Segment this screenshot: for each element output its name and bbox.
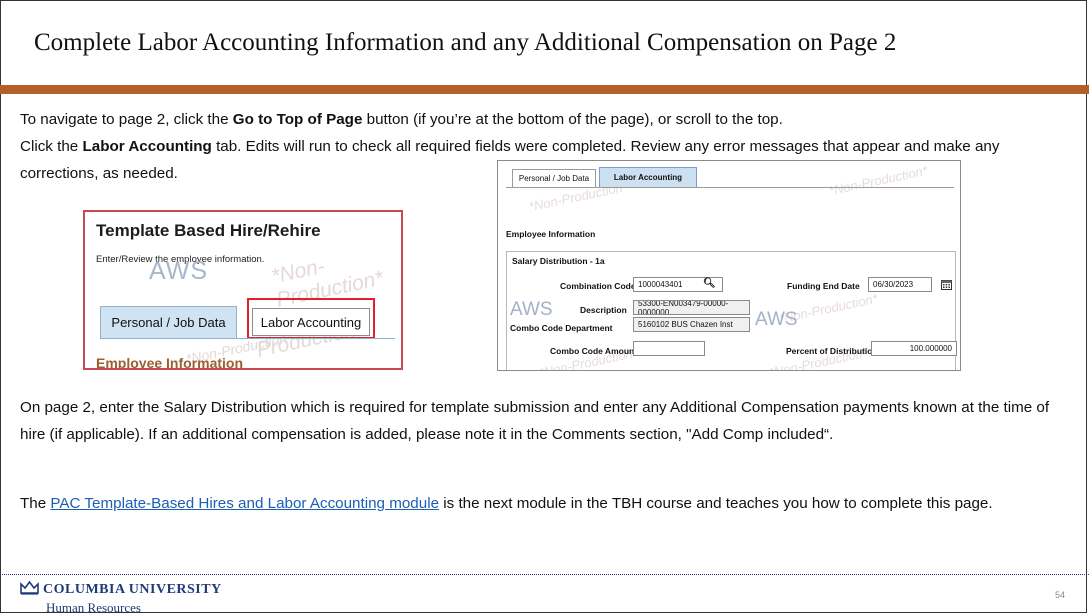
paragraph-next-module: The PAC Template-Based Hires and Labor A… — [20, 495, 993, 512]
calendar-icon[interactable] — [941, 277, 952, 290]
tab-labor-accounting[interactable]: Labor Accounting — [252, 308, 370, 336]
combination-code-label: Combination Code — [560, 281, 636, 291]
tab-personal-job-data[interactable]: Personal / Job Data — [100, 306, 237, 338]
pac-module-link[interactable]: PAC Template-Based Hires and Labor Accou… — [50, 495, 439, 512]
combo-code-amount-label: Combo Code Amount — [550, 346, 638, 356]
labor-accounting-label: Labor Accounting — [82, 138, 212, 155]
tab-personal-job-data[interactable]: Personal / Job Data — [512, 169, 596, 187]
combo-code-amount-input[interactable] — [633, 341, 705, 356]
employee-information-heading: Employee Information — [96, 355, 244, 370]
tab-labor-accounting[interactable]: Labor Accounting — [599, 167, 697, 187]
funding-end-date-input[interactable]: 06/30/2023 — [868, 277, 932, 292]
paragraph-salary-distribution: On page 2, enter the Salary Distribution… — [20, 399, 1050, 443]
template-hire-title: Template Based Hire/Rehire — [96, 221, 321, 240]
percent-of-distribution-input[interactable]: 100.000000 — [871, 341, 957, 356]
funding-end-date-label: Funding End Date — [787, 281, 860, 291]
combo-code-department-field: 5160102 BUS Chazen Inst — [633, 317, 750, 332]
percent-of-distribution-label: Percent of Distribution — [786, 346, 878, 356]
tab-divider — [100, 338, 395, 339]
aws-watermark: AWS — [149, 257, 209, 285]
employee-information-heading: Employee Information — [506, 229, 596, 239]
non-production-watermark: *Non-Production* — [827, 162, 929, 199]
columbia-logo: COLUMBIA UNIVERSITY — [20, 581, 222, 598]
labor-accounting-screenshot: *Non-Production* *Non-Production* *Non-P… — [497, 160, 961, 371]
page-number: 54 — [1055, 590, 1066, 600]
aws-watermark: AWS — [755, 309, 798, 330]
description-label: Description — [580, 305, 627, 315]
description-field: 53300-EN003479-00000-0000000 — [633, 300, 750, 315]
tab-divider — [506, 187, 954, 188]
columbia-university-text: COLUMBIA UNIVERSITY — [43, 582, 222, 597]
aws-watermark: AWS — [510, 299, 553, 320]
footer-divider — [0, 574, 1089, 575]
slide-title: Complete Labor Accounting Information an… — [34, 29, 897, 56]
template-hire-screenshot: Template Based Hire/Rehire Enter/Review … — [83, 210, 403, 370]
salary-distribution-title: Salary Distribution - 1a — [512, 256, 605, 266]
human-resources-text: Human Resources — [46, 600, 141, 615]
crown-icon — [20, 581, 39, 595]
title-accent-bar — [0, 85, 1089, 94]
go-to-top-label: Go to Top of Page — [232, 111, 363, 128]
search-icon[interactable]: 🔍︎ — [703, 278, 716, 289]
paragraph-navigate: To navigate to page 2, click the Go to T… — [20, 111, 783, 128]
combo-code-department-label: Combo Code Department — [510, 323, 613, 333]
